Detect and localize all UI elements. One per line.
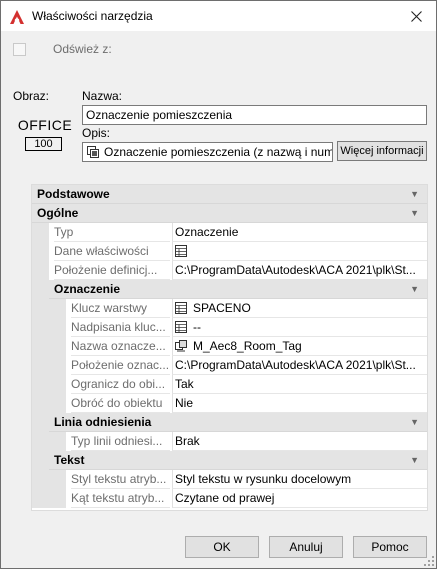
- name-label: Nazwa:: [82, 89, 123, 103]
- property-value-text: --: [193, 320, 201, 334]
- preview-number-box: 100: [25, 137, 62, 151]
- property-value[interactable]: Styl tekstu w rysunku docelowym: [172, 470, 427, 489]
- title-bar: Właściwości narzędzia: [1, 1, 436, 31]
- property-row[interactable]: Kąt tekstu atryb... Czytane od prawej: [32, 489, 427, 508]
- property-row[interactable]: Położenie oznac... C:\ProgramData\Autode…: [32, 356, 427, 375]
- property-row[interactable]: Dane właściwości: [32, 242, 427, 261]
- table-icon[interactable]: [175, 302, 187, 314]
- collapse-triangle-icon[interactable]: ▼: [410, 451, 419, 469]
- description-label: Opis:: [82, 126, 111, 140]
- property-row[interactable]: Nazwa oznacze... M_Aec8_Room_Tag: [32, 337, 427, 356]
- refresh-from-checkbox[interactable]: [13, 43, 26, 56]
- close-icon: [410, 10, 422, 22]
- property-name: Obróć do obiektu: [71, 394, 170, 413]
- property-row[interactable]: Styl tekstu atryb... Styl tekstu w rysun…: [32, 470, 427, 489]
- category-leader[interactable]: Linia odniesienia ▼: [49, 413, 427, 432]
- table-icon[interactable]: [175, 321, 187, 333]
- property-value[interactable]: Czytane od prawej: [172, 489, 427, 508]
- property-value-text: SPACENO: [193, 301, 251, 315]
- collapse-triangle-icon[interactable]: ▼: [410, 280, 419, 298]
- property-value[interactable]: [172, 242, 427, 261]
- property-value[interactable]: --: [172, 318, 427, 337]
- tool-properties-dialog: Właściwości narzędzia Odśwież z: Obraz: …: [0, 0, 437, 569]
- preview-office-text: OFFICE: [17, 117, 73, 133]
- cancel-button[interactable]: Anuluj: [269, 536, 343, 558]
- category-general[interactable]: Ogólne ▼: [32, 204, 427, 223]
- property-name: Dane właściwości: [54, 242, 170, 261]
- help-button[interactable]: Pomoc: [353, 536, 427, 558]
- property-value[interactable]: M_Aec8_Room_Tag: [172, 337, 427, 356]
- description-input[interactable]: Oznaczenie pomieszczenia (z nazwą i nume: [82, 142, 333, 162]
- name-input[interactable]: Oznaczenie pomieszczenia: [82, 105, 427, 125]
- category-marking[interactable]: Oznaczenie ▼: [49, 280, 427, 299]
- category-text-label: Tekst: [54, 453, 85, 467]
- window-title: Właściwości narzędzia: [32, 9, 153, 23]
- property-name: Kąt tekstu atryb...: [71, 489, 170, 508]
- property-row[interactable]: Położenie definicj... C:\ProgramData\Aut…: [32, 261, 427, 280]
- properties-grid[interactable]: Podstawowe ▼ Ogólne ▼ Typ Oznaczenie Dan…: [31, 184, 428, 511]
- category-text[interactable]: Tekst ▼: [49, 451, 427, 470]
- category-general-label: Ogólne: [37, 206, 79, 220]
- category-basic-label: Podstawowe: [37, 187, 110, 201]
- property-name: Ogranicz do obi...: [71, 375, 170, 394]
- category-basic[interactable]: Podstawowe ▼: [32, 185, 427, 204]
- property-value-text: M_Aec8_Room_Tag: [193, 339, 302, 353]
- property-value[interactable]: Brak: [172, 432, 427, 451]
- property-value[interactable]: Tak: [172, 375, 427, 394]
- table-icon[interactable]: [175, 245, 187, 257]
- property-row[interactable]: Klucz warstwy SPACENO: [32, 299, 427, 318]
- ok-button[interactable]: OK: [185, 536, 259, 558]
- description-value: Oznaczenie pomieszczenia (z nazwą i nume: [104, 145, 333, 159]
- property-row[interactable]: Typ linii odniesi... Brak: [32, 432, 427, 451]
- property-row[interactable]: Ogranicz do obi... Tak: [32, 375, 427, 394]
- resize-grip-icon[interactable]: [424, 556, 434, 566]
- refresh-from-label: Odśwież z:: [53, 42, 112, 56]
- property-row[interactable]: Typ Oznaczenie: [32, 223, 427, 242]
- collapse-triangle-icon[interactable]: ▼: [410, 413, 419, 431]
- property-name: Typ: [54, 223, 170, 242]
- more-info-button[interactable]: Więcej informacji: [337, 141, 427, 161]
- category-marking-label: Oznaczenie: [54, 282, 121, 296]
- image-label: Obraz:: [13, 89, 50, 103]
- collapse-triangle-icon[interactable]: ▼: [410, 185, 419, 203]
- block-icon[interactable]: [175, 340, 187, 352]
- property-value[interactable]: Oznaczenie: [172, 223, 427, 242]
- autocad-logo-icon: [10, 10, 24, 24]
- property-name: Położenie oznac...: [71, 356, 170, 375]
- category-leader-label: Linia odniesienia: [54, 415, 152, 429]
- property-name: Nadpisania kluc...: [71, 318, 170, 337]
- property-value[interactable]: C:\ProgramData\Autodesk\ACA 2021\plk\St.…: [172, 261, 427, 280]
- property-name: Nazwa oznacze...: [71, 337, 170, 356]
- property-name: Styl tekstu atryb...: [71, 470, 170, 489]
- property-name: Położenie definicj...: [54, 261, 170, 280]
- property-row[interactable]: Obróć do obiektu Nie: [32, 394, 427, 413]
- property-value[interactable]: Nie: [172, 394, 427, 413]
- property-name: Klucz warstwy: [71, 299, 170, 318]
- description-icon: [87, 146, 99, 158]
- property-row[interactable]: Nadpisania kluc... --: [32, 318, 427, 337]
- close-button[interactable]: [396, 1, 436, 31]
- property-name: Typ linii odniesi...: [71, 432, 170, 451]
- collapse-triangle-icon[interactable]: ▼: [410, 204, 419, 222]
- property-value[interactable]: SPACENO: [172, 299, 427, 318]
- property-value[interactable]: C:\ProgramData\Autodesk\ACA 2021\plk\St.…: [172, 356, 427, 375]
- tool-image-preview: OFFICE 100: [16, 117, 74, 157]
